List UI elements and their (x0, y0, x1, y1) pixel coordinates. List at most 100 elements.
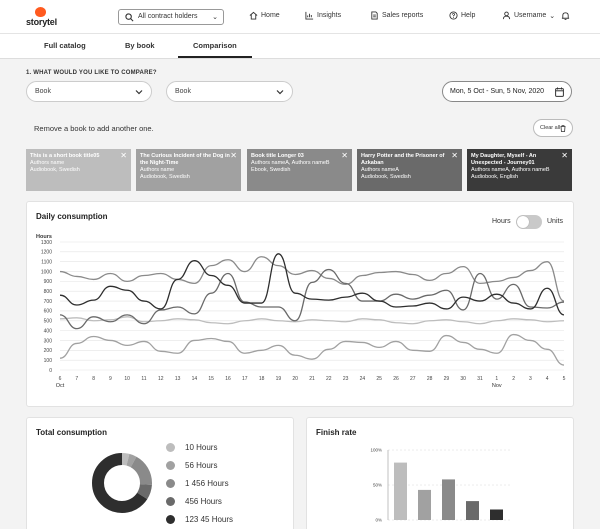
x-tick-label: 2 (512, 376, 515, 382)
book-format: Audiobook, Swedish (30, 167, 80, 173)
legend-item: 56 Hours (166, 461, 217, 470)
storytel-logo[interactable]: storytel (26, 6, 60, 28)
x-tick-label: 22 (326, 376, 332, 382)
logo-text: storytel (26, 17, 57, 27)
y-tick-label: 500 (44, 319, 53, 325)
book-authors: Authors nameA, Authors nameB (251, 160, 330, 166)
nav-help[interactable]: Help (449, 11, 475, 20)
x-tick-label: 11 (141, 376, 146, 382)
bar (418, 489, 431, 520)
close-icon[interactable]: ✕ (120, 151, 127, 160)
y-tick-label: 1100 (41, 259, 52, 265)
book-title: Book title Longer 03 (251, 153, 304, 159)
nav-help-label: Help (461, 12, 476, 19)
x-tick-label: 8 (92, 376, 95, 382)
book-select-1-value: Book (35, 88, 51, 95)
x-tick-label: 17 (242, 376, 248, 382)
finish-rate-title: Finish rate (316, 428, 357, 437)
help-icon (449, 11, 458, 20)
bell-icon[interactable] (561, 11, 570, 21)
y-tick-label: 800 (44, 289, 53, 295)
legend-item: 10 Hours (166, 443, 217, 452)
clear-all-button[interactable]: Clear all (533, 119, 573, 137)
tab-comparison[interactable]: Comparison (193, 41, 237, 50)
chevron-down-icon: ⌄ (549, 12, 556, 20)
logo-mark (35, 7, 46, 17)
book-authors: Authors name (30, 160, 65, 166)
x-tick-label: 5 (563, 376, 566, 382)
x-tick-label: 24 (360, 376, 366, 382)
search-icon (125, 13, 134, 22)
finish-rate-chart: 100% 50% 0% (370, 448, 510, 523)
x-tick-label: 19 (276, 376, 282, 382)
legend-swatch (166, 443, 175, 452)
total-consumption-donut (92, 453, 152, 513)
y-tick-label: 100 (44, 358, 53, 364)
book-format: Audiobook, Swedish (361, 174, 411, 180)
book-select-1[interactable]: Book (26, 81, 152, 102)
calendar-icon (555, 87, 564, 97)
y-tick-label: 600 (44, 309, 53, 315)
tab-by-book[interactable]: By book (125, 41, 155, 50)
close-icon[interactable]: ✕ (230, 151, 237, 160)
y-tick-label: 50% (373, 483, 382, 488)
book-title: The Curious Incident of the Dog in the N… (140, 153, 230, 166)
y-tick-label: 700 (44, 299, 53, 305)
x-tick-label: 23 (343, 376, 349, 382)
nav-home[interactable]: Home (249, 11, 280, 20)
month-label: Nov (492, 383, 502, 389)
book-card[interactable]: Book title Longer 03 Authors nameA, Autho… (247, 149, 352, 191)
book-format: Ebook, Swedish (251, 167, 291, 173)
toggle-knob (517, 216, 529, 228)
book-card[interactable]: The Curious Incident of the Dog in the N… (136, 149, 241, 191)
book-select-2[interactable]: Book (166, 81, 293, 102)
bar (490, 509, 503, 520)
book-select-2-value: Book (175, 88, 191, 95)
x-tick-label: 10 (124, 376, 130, 382)
clear-all-label: Clear all (540, 125, 561, 131)
contract-holder-selector[interactable]: All contract holders ⌄ (118, 9, 224, 25)
x-tick-label: 12 (158, 376, 164, 382)
book-title: My Daughter, Myself - An Unexpected - Jo… (471, 153, 537, 166)
legend-item: 456 Hours (166, 497, 222, 506)
legend-label: 10 Hours (185, 443, 218, 452)
close-icon[interactable]: ✕ (451, 151, 458, 160)
x-tick-label: 7 (75, 376, 78, 382)
nav-home-label: Home (261, 12, 280, 19)
x-tick-label: 21 (309, 376, 315, 382)
y-tick-label: 100% (370, 448, 382, 453)
daily-consumption-chart: Hours01002003004005006007008009001000110… (36, 234, 566, 389)
nav-insights[interactable]: Insights (305, 11, 341, 20)
chart-icon (305, 11, 314, 20)
legend-item: 123 45 Hours (166, 515, 233, 524)
legend-swatch (166, 497, 175, 506)
y-tick-label: 0 (49, 368, 52, 374)
date-range-picker[interactable]: Mon, 5 Oct - Sun, 5 Nov, 2020 (442, 81, 572, 102)
nav-insights-label: Insights (317, 12, 342, 19)
daily-consumption-title: Daily consumption (36, 212, 108, 221)
legend-item: 1 456 Hours (166, 479, 229, 488)
book-card[interactable]: Harry Potter and the Prisoner of Azkaban… (357, 149, 462, 191)
x-tick-label: 1 (495, 376, 498, 382)
x-tick-label: 31 (477, 376, 483, 382)
legend-swatch (166, 461, 175, 470)
book-card[interactable]: This is a short book title05 Authors name… (26, 149, 131, 191)
contract-holder-label: All contract holders (138, 13, 198, 20)
x-tick-label: 14 (192, 376, 198, 382)
y-tick-label: 400 (44, 328, 53, 334)
nav-sales-reports[interactable]: Sales reports (370, 11, 423, 20)
hours-units-toggle[interactable] (516, 215, 542, 229)
home-icon (249, 11, 258, 20)
close-icon[interactable]: ✕ (341, 151, 348, 160)
toggle-hours-label: Hours (492, 218, 511, 225)
chevron-down-icon (276, 90, 284, 95)
y-tick-label: 300 (44, 338, 53, 344)
tab-full-catalog[interactable]: Full catalog (44, 41, 86, 50)
close-icon[interactable]: ✕ (561, 151, 568, 160)
x-tick-label: 9 (109, 376, 112, 382)
book-authors: Authors nameA, Authors nameB (471, 167, 550, 173)
x-tick-label: 30 (460, 376, 466, 382)
book-card[interactable]: My Daughter, Myself - An Unexpected - Jo… (467, 149, 572, 191)
user-menu[interactable]: Username ⌄ (502, 11, 555, 20)
active-tab-indicator (178, 56, 252, 58)
